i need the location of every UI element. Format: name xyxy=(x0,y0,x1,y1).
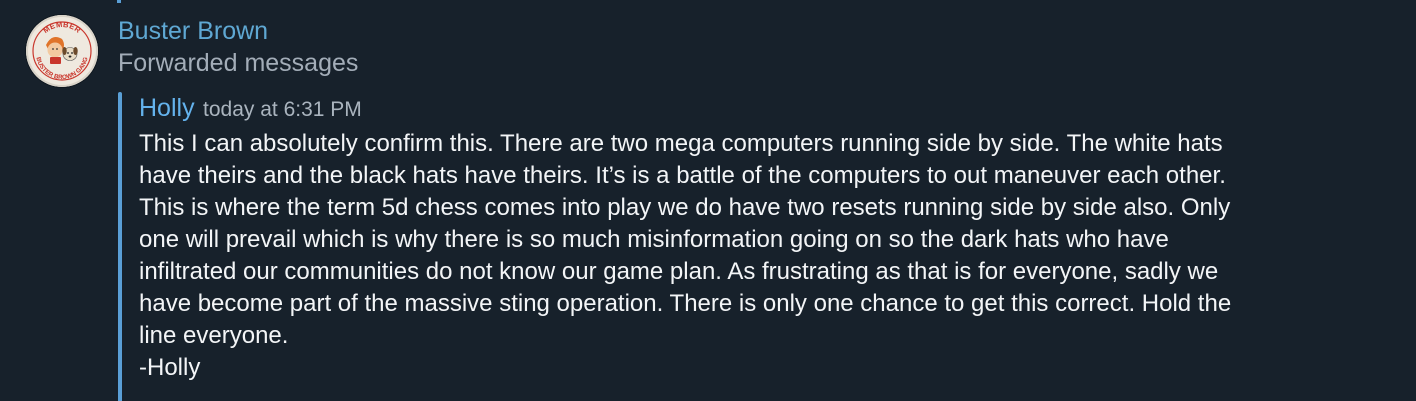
forwarded-header: Holly today at 6:31 PM xyxy=(139,92,362,128)
previous-quote-bar xyxy=(117,0,121,3)
sender-name[interactable]: Buster Brown xyxy=(118,16,268,46)
message-line: This is where the term 5d chess comes in… xyxy=(139,194,1231,221)
forwarded-quote-bar xyxy=(118,92,122,401)
message-line: -Holly xyxy=(139,354,201,381)
buster-brown-badge-icon: MEMBER BUSTER BROWN GANG xyxy=(28,17,96,85)
avatar[interactable]: MEMBER BUSTER BROWN GANG xyxy=(26,15,98,87)
chat-view: MEMBER BUSTER BROWN GANG Buster Brown Fo… xyxy=(0,0,1416,401)
forwarded-message-text: This I can absolutely confirm this. Ther… xyxy=(139,128,1401,384)
message-line: infiltrated our communities do not know … xyxy=(139,258,1219,285)
message-line: one will prevail which is why there is s… xyxy=(139,226,1169,253)
original-author[interactable]: Holly xyxy=(139,94,195,122)
message-line: have become part of the massive sting op… xyxy=(139,290,1232,317)
message-line: have theirs and the black hats have thei… xyxy=(139,162,1226,189)
message-timestamp: today at 6:31 PM xyxy=(203,98,362,121)
message-line: This I can absolutely confirm this. Ther… xyxy=(139,130,1223,157)
message-line: line everyone. xyxy=(139,322,289,349)
forwarded-messages-label: Forwarded messages xyxy=(118,49,359,77)
